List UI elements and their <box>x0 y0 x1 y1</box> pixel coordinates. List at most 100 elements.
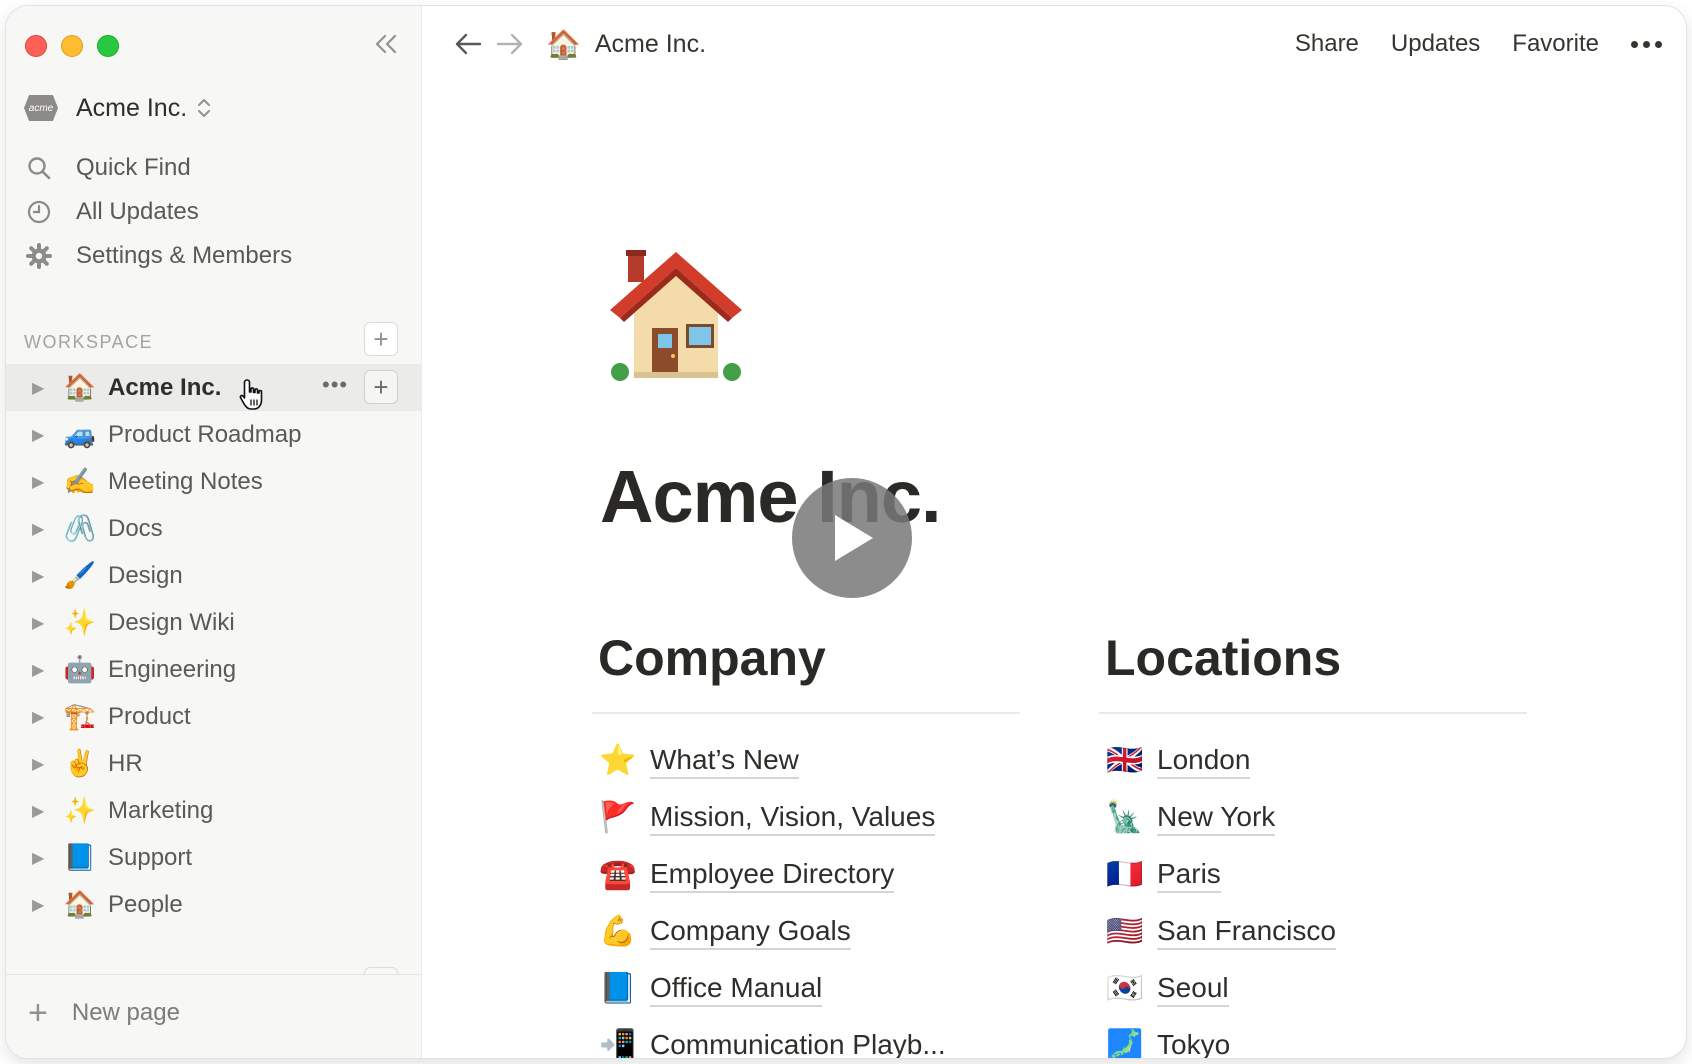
link-label[interactable]: Tokyo <box>1157 1028 1230 1059</box>
page-emoji-icon: 🖇️ <box>63 513 97 543</box>
link-label[interactable]: London <box>1157 743 1251 779</box>
link-label[interactable]: Paris <box>1157 857 1221 893</box>
all-updates-button[interactable]: All Updates <box>24 192 199 232</box>
page-tree-item[interactable]: ▶ 🤖 Engineering <box>6 646 422 693</box>
page-link[interactable]: 📲 Communication Playb... <box>592 1017 1020 1059</box>
caret-right-icon[interactable]: ▶ <box>32 613 52 633</box>
add-page-button[interactable]: + <box>364 322 398 356</box>
page-tree-label: Meeting Notes <box>108 467 263 495</box>
page-tree-label: Engineering <box>108 655 237 683</box>
page-tree-item[interactable]: ▶ ✨ Marketing <box>6 787 422 834</box>
sidebar-divider <box>6 974 422 975</box>
top-actions: Share Updates Favorite <box>1295 24 1662 64</box>
page-tree-item[interactable]: ▶ 🏠 Acme Inc. ••• + <box>6 364 422 411</box>
play-icon[interactable] <box>792 478 912 598</box>
link-emoji-icon: 🗽 <box>1106 801 1144 834</box>
link-label[interactable]: Employee Directory <box>650 857 895 893</box>
page-tree-label: Product <box>108 702 191 730</box>
breadcrumb-emoji-icon: 🏠 <box>546 28 581 60</box>
page-link[interactable]: 🇬🇧 London <box>1099 732 1527 789</box>
maximize-window-button[interactable] <box>97 35 119 57</box>
updates-button[interactable]: Updates <box>1391 30 1480 58</box>
page-tree-label: Docs <box>108 514 163 542</box>
link-label[interactable]: Company Goals <box>650 914 851 950</box>
breadcrumb[interactable]: 🏠 Acme Inc. <box>546 24 706 64</box>
workspace-logo: acme <box>24 95 58 121</box>
page-tree-item[interactable]: ▶ 🏠 People <box>6 881 422 928</box>
page-tree-item[interactable]: ▶ 🖌️ Design <box>6 552 422 599</box>
forward-arrow-icon[interactable] <box>492 26 528 62</box>
caret-right-icon[interactable]: ▶ <box>32 754 52 774</box>
gear-icon <box>24 241 54 271</box>
page-emoji-icon: 🏠 <box>63 372 97 402</box>
link-label[interactable]: Mission, Vision, Values <box>650 800 936 836</box>
page-emoji-icon: 🤖 <box>63 654 97 684</box>
more-options-icon[interactable]: ••• <box>322 372 348 398</box>
page-tree-label: Marketing <box>108 796 214 824</box>
page-emoji-icon: 🏠 <box>63 889 97 919</box>
page-tree-item[interactable]: ▶ ✌️ HR <box>6 740 422 787</box>
new-page-button[interactable]: + New page <box>28 996 180 1030</box>
caret-right-icon[interactable]: ▶ <box>32 378 52 398</box>
close-window-button[interactable] <box>25 35 47 57</box>
link-label[interactable]: What’s New <box>650 743 799 779</box>
caret-right-icon[interactable]: ▶ <box>32 519 52 539</box>
collapse-sidebar-icon[interactable] <box>368 26 404 62</box>
hand-cursor-icon <box>239 379 263 410</box>
page-link[interactable]: 🗾 Tokyo <box>1099 1017 1527 1059</box>
page-tree-item[interactable]: ▶ ✨ Design Wiki <box>6 599 422 646</box>
link-label[interactable]: San Francisco <box>1157 914 1336 950</box>
page-link[interactable]: 🗽 New York <box>1099 789 1527 846</box>
link-emoji-icon: 🇫🇷 <box>1106 858 1144 891</box>
page-emoji-icon: ✍️ <box>63 466 97 496</box>
caret-right-icon[interactable]: ▶ <box>32 848 52 868</box>
page-emoji-icon: 🖌️ <box>63 560 97 590</box>
caret-right-icon[interactable]: ▶ <box>32 660 52 680</box>
page-tree-label: Support <box>108 843 193 871</box>
page-tree-item[interactable]: ▶ ✍️ Meeting Notes <box>6 458 422 505</box>
caret-right-icon[interactable]: ▶ <box>32 472 52 492</box>
minimize-window-button[interactable] <box>61 35 83 57</box>
link-emoji-icon: 📘 <box>599 972 637 1005</box>
page-link[interactable]: 📘 Office Manual <box>592 960 1020 1017</box>
page-tree-label: HR <box>108 749 143 777</box>
quick-find-label: Quick Find <box>76 154 191 181</box>
page-emoji-icon: ✨ <box>63 607 97 637</box>
page-link[interactable]: 🇺🇸 San Francisco <box>1099 903 1527 960</box>
caret-right-icon[interactable]: ▶ <box>32 707 52 727</box>
link-label[interactable]: Seoul <box>1157 971 1229 1007</box>
link-emoji-icon: 🇬🇧 <box>1106 744 1144 777</box>
page-link[interactable]: 🇰🇷 Seoul <box>1099 960 1527 1017</box>
page-link[interactable]: ☎️ Employee Directory <box>592 846 1020 903</box>
link-label[interactable]: Communication Playb... <box>650 1028 946 1059</box>
page-tree-item[interactable]: ▶ 📘 Support <box>6 834 422 881</box>
link-emoji-icon: 🇰🇷 <box>1106 972 1144 1005</box>
workspace-switcher[interactable]: acme Acme Inc. <box>24 90 211 126</box>
topbar: 🏠 Acme Inc. Share Updates Favorite <box>422 6 1686 78</box>
sidebar: acme Acme Inc. Quick Find All Updates Se… <box>6 6 422 1058</box>
page-emoji-icon: ✨ <box>63 795 97 825</box>
settings-members-button[interactable]: Settings & Members <box>24 236 292 276</box>
share-button[interactable]: Share <box>1295 30 1359 58</box>
caret-right-icon[interactable]: ▶ <box>32 895 52 915</box>
link-emoji-icon: 🗾 <box>1106 1029 1144 1058</box>
page-tree: ▶ 🏠 Acme Inc. ••• + ▶ 🚙 Product Roadmap … <box>6 364 422 928</box>
quick-find-button[interactable]: Quick Find <box>24 148 191 188</box>
page-tree-item[interactable]: ▶ 🏗️ Product <box>6 693 422 740</box>
add-subpage-button[interactable]: + <box>364 370 398 404</box>
chevron-up-down-icon <box>197 97 211 119</box>
back-arrow-icon[interactable] <box>450 26 486 62</box>
page-link[interactable]: 🇫🇷 Paris <box>1099 846 1527 903</box>
page-tree-item[interactable]: ▶ 🖇️ Docs <box>6 505 422 552</box>
link-label[interactable]: Office Manual <box>650 971 823 1007</box>
favorite-button[interactable]: Favorite <box>1512 30 1599 58</box>
page-link[interactable]: 🚩 Mission, Vision, Values <box>592 789 1020 846</box>
caret-right-icon[interactable]: ▶ <box>32 425 52 445</box>
caret-right-icon[interactable]: ▶ <box>32 566 52 586</box>
more-options-icon[interactable] <box>1631 40 1662 48</box>
page-tree-item[interactable]: ▶ 🚙 Product Roadmap <box>6 411 422 458</box>
page-link[interactable]: 💪 Company Goals <box>592 903 1020 960</box>
caret-right-icon[interactable]: ▶ <box>32 801 52 821</box>
link-label[interactable]: New York <box>1157 800 1276 836</box>
page-link[interactable]: ⭐ What’s New <box>592 732 1020 789</box>
